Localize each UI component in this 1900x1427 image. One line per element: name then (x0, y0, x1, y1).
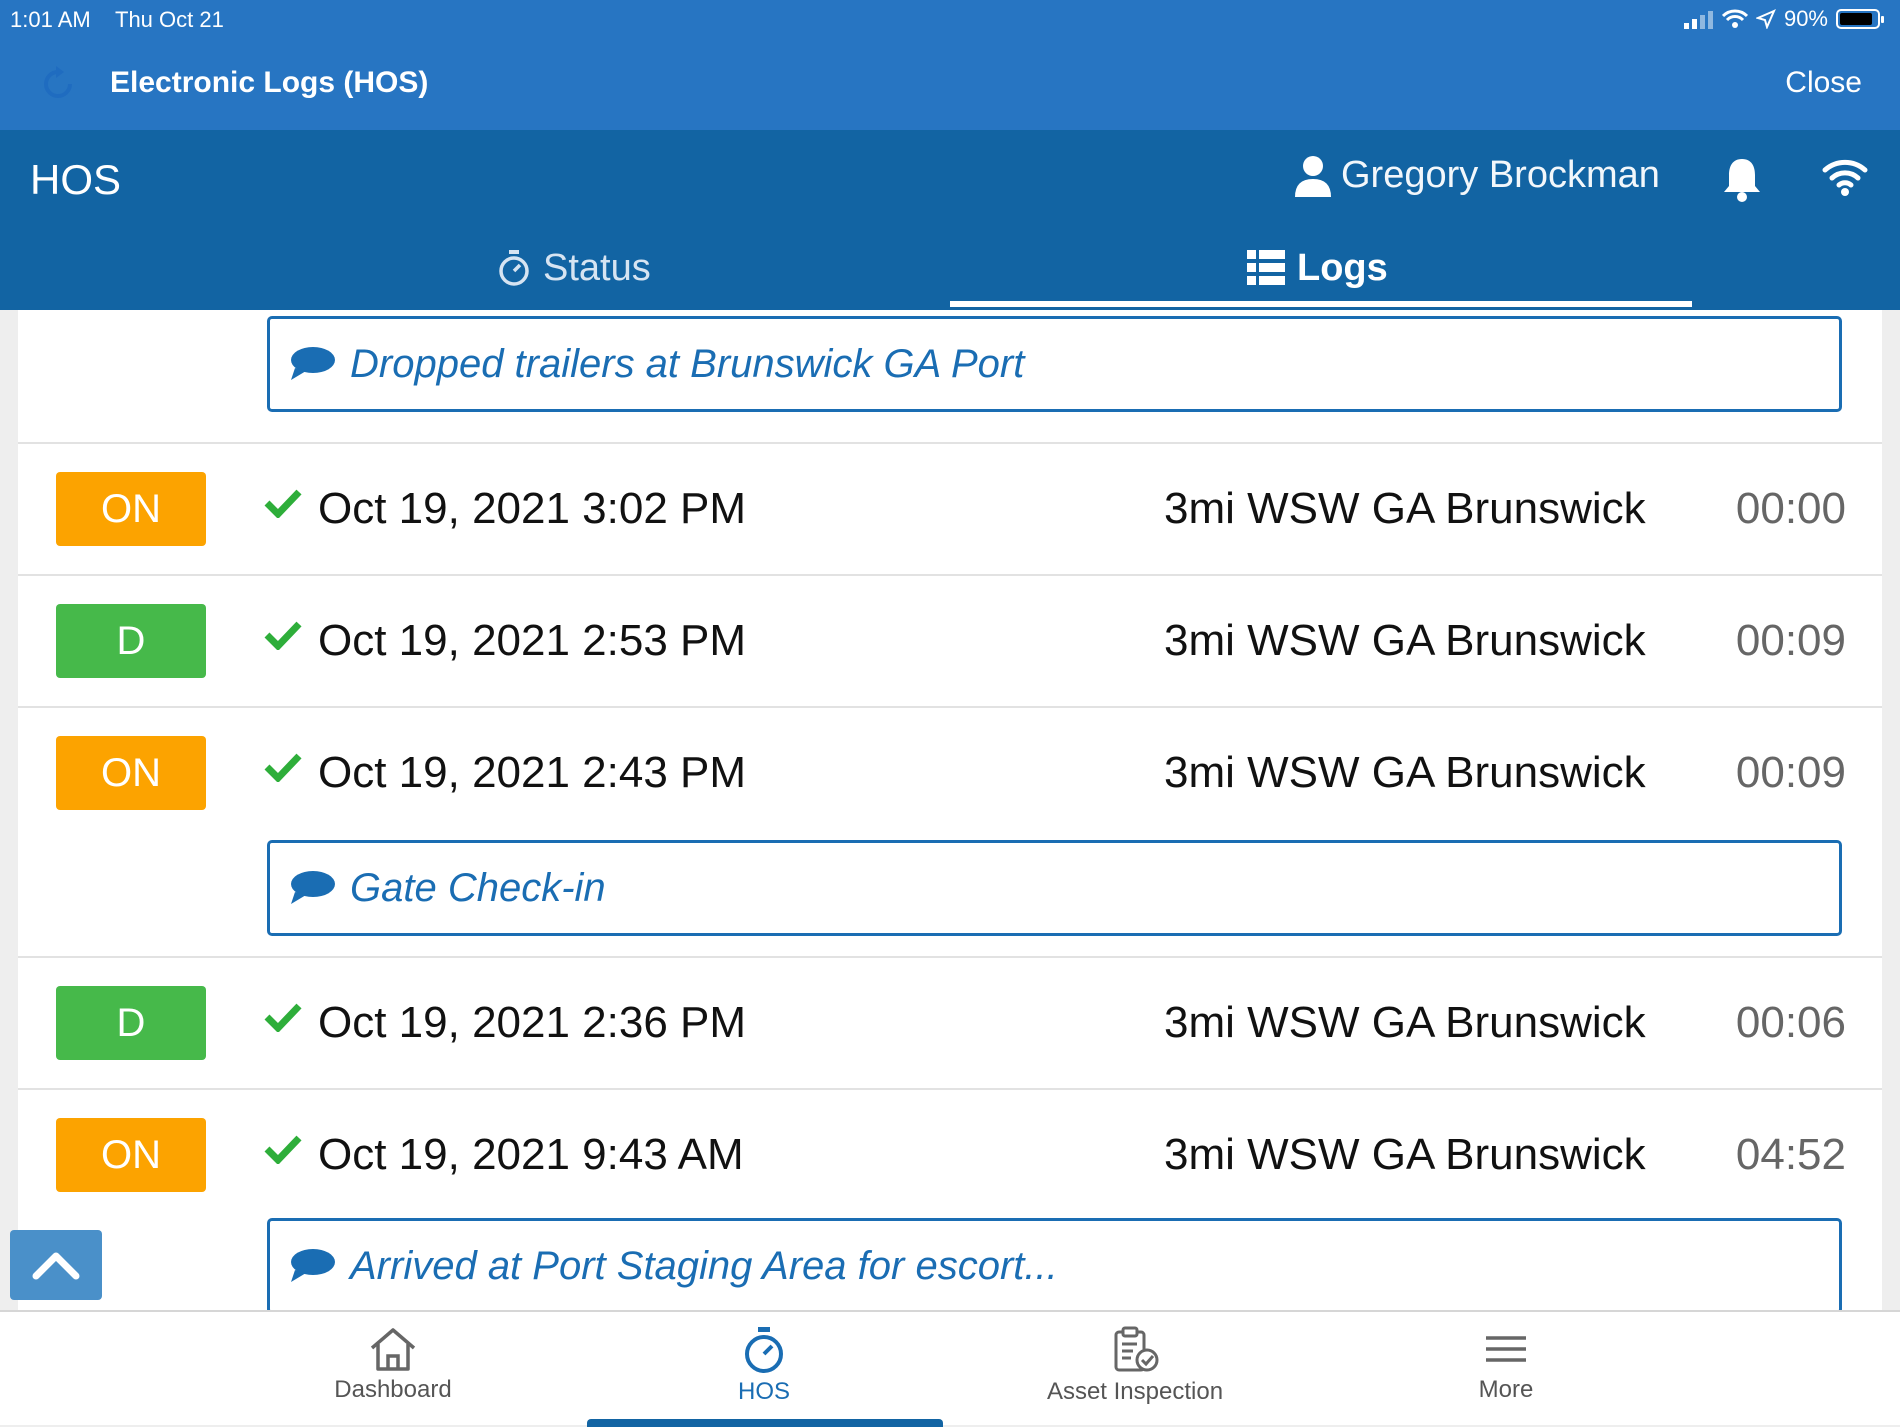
chevron-up-icon (32, 1252, 80, 1280)
stopwatch-icon (745, 1327, 783, 1373)
log-location: 3mi WSW GA Brunswick (1164, 616, 1646, 665)
refresh-icon[interactable] (38, 64, 78, 104)
log-entry-row[interactable]: ON Oct 19, 2021 3:02 PM 3mi WSW GA Bruns… (18, 444, 1882, 576)
status-badge-on: ON (56, 472, 206, 546)
notifications-bell-icon[interactable] (1722, 156, 1762, 202)
nav-hos[interactable]: HOS (614, 1326, 914, 1406)
log-datetime: Oct 19, 2021 3:02 PM (318, 484, 747, 533)
checkmark-icon (264, 1135, 302, 1164)
log-entry-row[interactable]: ON Oct 19, 2021 9:43 AM 3mi WSW GA Bruns… (18, 1090, 1882, 1222)
status-bar-date: Thu Oct 21 (115, 7, 224, 32)
wifi-status-icon (1721, 9, 1748, 28)
comment-bubble-icon (291, 871, 335, 904)
checkmark-icon (264, 621, 302, 650)
log-location: 3mi WSW GA Brunswick (1164, 1130, 1646, 1179)
battery-percentage: 90% (1783, 6, 1828, 31)
log-entry-row[interactable]: D Oct 19, 2021 2:53 PM 3mi WSW GA Brunsw… (18, 576, 1882, 708)
tab-status-label: Status (543, 246, 651, 289)
clipboard-check-icon (1114, 1326, 1159, 1372)
nav-more[interactable]: More (1356, 1326, 1656, 1404)
user-icon (1295, 155, 1331, 197)
log-entry-row[interactable]: ON Oct 19, 2021 2:43 PM 3mi WSW GA Bruns… (18, 708, 1882, 840)
connection-wifi-icon[interactable] (1822, 156, 1868, 196)
page-title: HOS (30, 156, 122, 203)
status-badge-driving: D (56, 604, 206, 678)
log-entry-row[interactable]: D Oct 19, 2021 2:36 PM 3mi WSW GA Brunsw… (18, 958, 1882, 1090)
status-badge-driving: D (56, 986, 206, 1060)
log-entry[interactable]: ON Oct 19, 2021 3:02 PM 3mi WSW GA Bruns… (18, 444, 1882, 576)
log-list[interactable]: Dropped trailers at Brunswick GA Port ON… (18, 310, 1882, 1310)
log-duration: 04:52 (1735, 1130, 1846, 1179)
log-note-text: Dropped trailers at Brunswick GA Port (350, 341, 1025, 386)
log-location: 3mi WSW GA Brunswick (1164, 748, 1646, 797)
log-entry[interactable]: ON Oct 19, 2021 9:43 AM 3mi WSW GA Bruns… (18, 1090, 1882, 1310)
tab-status[interactable]: Status (497, 238, 651, 298)
nav-asset-inspection-label: Asset Inspection (1046, 1378, 1224, 1405)
log-note-text: Arrived at Port Staging Area for escort.… (350, 1243, 1058, 1288)
log-duration: 00:09 (1735, 748, 1846, 797)
comment-bubble-icon (291, 347, 335, 380)
log-entry[interactable]: D Oct 19, 2021 2:36 PM 3mi WSW GA Brunsw… (18, 958, 1882, 1090)
log-entry[interactable]: D Oct 19, 2021 2:53 PM 3mi WSW GA Brunsw… (18, 576, 1882, 708)
stopwatch-icon (499, 250, 529, 286)
user-profile[interactable]: Gregory Brockman (1295, 154, 1660, 197)
tab-logs-label: Logs (1297, 246, 1388, 289)
scroll-to-top-button[interactable] (10, 1230, 102, 1300)
log-duration: 00:00 (1735, 484, 1846, 533)
nav-dashboard-label: Dashboard (334, 1376, 452, 1403)
status-bar-time: 1:01 AM (10, 7, 91, 32)
close-button[interactable]: Close (1785, 66, 1862, 100)
log-note[interactable]: Dropped trailers at Brunswick GA Port (267, 316, 1842, 412)
log-entry: Dropped trailers at Brunswick GA Port (18, 310, 1882, 444)
battery-icon (1836, 9, 1884, 29)
log-location: 3mi WSW GA Brunswick (1164, 998, 1646, 1047)
log-datetime: Oct 19, 2021 9:43 AM (318, 1130, 744, 1179)
log-entry[interactable]: ON Oct 19, 2021 2:43 PM 3mi WSW GA Bruns… (18, 708, 1882, 958)
checkmark-icon (264, 1003, 302, 1032)
tab-logs[interactable]: Logs (1247, 238, 1388, 298)
menu-icon (1486, 1336, 1526, 1362)
active-nav-indicator (587, 1419, 943, 1427)
active-tab-indicator (950, 301, 1692, 307)
nav-asset-inspection[interactable]: Asset Inspection (985, 1326, 1285, 1406)
comment-bubble-icon (291, 1249, 335, 1282)
app-bar: 1:01 AM Thu Oct 21 90% Electronic Logs (… (0, 0, 1900, 130)
log-duration: 00:06 (1735, 998, 1846, 1047)
log-note[interactable]: Arrived at Port Staging Area for escort.… (267, 1218, 1842, 1310)
log-datetime: Oct 19, 2021 2:53 PM (318, 616, 747, 665)
cellular-signal-icon (1683, 11, 1713, 29)
status-badge-on: ON (56, 736, 206, 810)
user-name: Gregory Brockman (1341, 154, 1660, 196)
checkmark-icon (264, 753, 302, 782)
log-datetime: Oct 19, 2021 2:36 PM (318, 998, 747, 1047)
checkmark-icon (264, 489, 302, 518)
home-icon (370, 1328, 416, 1371)
log-note-text: Gate Check-in (350, 865, 606, 910)
list-icon (1247, 250, 1285, 285)
log-duration: 00:09 (1735, 616, 1846, 665)
location-arrow-icon (1755, 9, 1776, 29)
status-badge-on: ON (56, 1118, 206, 1192)
app-title: Electronic Logs (HOS) (110, 66, 429, 99)
nav-hos-label: HOS (737, 1378, 790, 1405)
log-datetime: Oct 19, 2021 2:43 PM (318, 748, 747, 797)
hos-header: HOS Gregory Brockman Status Logs (0, 130, 1900, 310)
nav-more-label: More (1478, 1376, 1534, 1403)
log-location: 3mi WSW GA Brunswick (1164, 484, 1646, 533)
nav-dashboard[interactable]: Dashboard (243, 1326, 543, 1404)
bottom-navigation: Dashboard HOS Asset Inspection More (0, 1310, 1900, 1427)
status-bar-indicators: 90% (1683, 6, 1884, 32)
log-note[interactable]: Gate Check-in (267, 840, 1842, 936)
